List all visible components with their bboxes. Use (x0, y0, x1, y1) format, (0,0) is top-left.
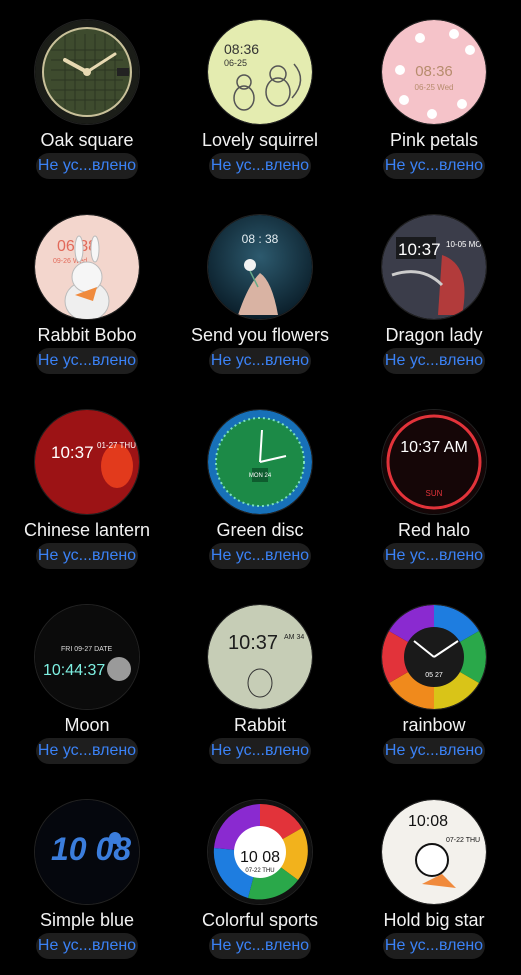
face-date: 01-27 THU (97, 441, 136, 450)
pink-petals-face-icon[interactable]: 08:36 06-25 Wed (382, 20, 486, 124)
face-time: 08:36 (224, 41, 259, 57)
face-date: 05 27 (425, 672, 443, 679)
install-status-badge[interactable]: Не ус...влено (209, 738, 311, 764)
watch-face-name: Dragon lady (385, 325, 483, 345)
rabbit-bobo-face-icon[interactable]: 06 38 09-26 Wed (35, 215, 139, 319)
watch-face-card[interactable]: 10:37 01-27 THU Chinese lantern Не ус...… (0, 390, 174, 585)
install-status-badge[interactable]: Не ус...влено (209, 153, 311, 179)
install-status-badge[interactable]: Не ус...влено (209, 348, 311, 374)
watch-face-card[interactable]: Oak square Не ус...влено (0, 0, 174, 195)
face-date: MON 24 (249, 473, 272, 479)
simple-blue-face-icon[interactable]: 10 08 (35, 800, 139, 904)
face-time: 08:36 (415, 63, 453, 80)
watch-face-card[interactable]: 10 08 Simple blue Не ус...влено (0, 780, 174, 975)
watch-face-name: Lovely squirrel (201, 130, 319, 150)
face-date: FRI 09-27 DATE (61, 646, 113, 653)
moon-face-icon[interactable]: 10:44:37 FRI 09-27 DATE (35, 605, 139, 709)
face-date: 10-05 MON (446, 240, 486, 249)
watch-face-card[interactable]: 10 08 07-22 THU Colorful sports Не ус...… (173, 780, 347, 975)
rainbow-face-icon[interactable]: 05 27 (382, 605, 486, 709)
face-time: 10:08 (408, 813, 448, 830)
watch-face-card[interactable]: 10:37 AM 34 Rabbit Не ус...влено (173, 585, 347, 780)
face-date: 07-22 THU (245, 868, 274, 874)
face-time: 08 : 38 (242, 232, 279, 246)
watch-face-name: Green disc (216, 520, 304, 540)
watch-face-name: Pink petals (389, 130, 479, 150)
watch-face-card[interactable]: 10:37 AM SUN Red halo Не ус...влено (347, 390, 521, 585)
install-status-badge[interactable]: Не ус...влено (383, 153, 485, 179)
face-time: 10:37 (398, 240, 441, 259)
watch-face-card[interactable]: 08:36 06-25 Lovely squirrel Не ус...влен… (173, 0, 347, 195)
colorful-sports-face-icon[interactable]: 10 08 07-22 THU (208, 800, 312, 904)
watch-face-card[interactable]: 10:37 10-05 MON Dragon lady Не ус...влен… (347, 195, 521, 390)
install-status-badge[interactable]: Не ус...влено (383, 543, 485, 569)
watch-face-name: Rabbit (233, 715, 287, 735)
face-time: 10:44:37 (43, 662, 105, 679)
face-date: 06-25 (224, 58, 247, 68)
watch-face-card[interactable]: 08:36 06-25 Wed Pink petals Не ус...влен… (347, 0, 521, 195)
install-status-badge[interactable]: Не ус...влено (36, 153, 138, 179)
watch-face-gallery: Oak square Не ус...влено 08:36 06-25 Lov… (0, 0, 521, 970)
install-status-badge[interactable]: Не ус...влено (209, 543, 311, 569)
lantern-face-icon[interactable]: 10:37 01-27 THU (35, 410, 139, 514)
squirrel-face-icon[interactable]: 08:36 06-25 (208, 20, 312, 124)
watch-face-card[interactable]: 06 38 09-26 Wed Rabbit Bobo Не ус...влен… (0, 195, 174, 390)
face-date: 06-25 Wed (415, 83, 454, 92)
watch-face-name: Send you flowers (190, 325, 330, 345)
green-disc-face-icon[interactable]: MON 24 (208, 410, 312, 514)
watch-face-card[interactable]: 05 27 rainbow Не ус...влено (347, 585, 521, 780)
red-halo-face-icon[interactable]: 10:37 AM SUN (382, 410, 486, 514)
watch-face-name: Hold big star (383, 910, 485, 930)
flowers-face-icon[interactable]: 08 : 38 (208, 215, 312, 319)
face-date: SUN (426, 489, 443, 498)
face-time: 10:37 (51, 443, 94, 462)
hold-big-star-face-icon[interactable]: 10:08 07-22 THU (382, 800, 486, 904)
face-time: 10:37 (228, 632, 278, 654)
face-date: 07-22 THU (446, 837, 480, 844)
install-status-badge[interactable]: Не ус...влено (36, 348, 138, 374)
watch-face-name: Colorful sports (201, 910, 319, 930)
watch-face-name: Moon (64, 715, 110, 735)
watch-face-card[interactable]: 10:44:37 FRI 09-27 DATE Moon Не ус...вле… (0, 585, 174, 780)
oak-square-face-icon[interactable] (35, 20, 139, 124)
install-status-badge[interactable]: Не ус...влено (36, 738, 138, 764)
face-time: 10:37 AM (400, 439, 468, 456)
watch-face-name: Chinese lantern (23, 520, 151, 540)
install-status-badge[interactable]: Не ус...влено (383, 348, 485, 374)
install-status-badge[interactable]: Не ус...влено (36, 933, 138, 959)
face-time: 10 08 (240, 849, 280, 866)
install-status-badge[interactable]: Не ус...влено (36, 543, 138, 569)
face-date: AM 34 (284, 634, 304, 641)
watch-face-card[interactable]: 08 : 38 Send you flowers Не ус...влено (173, 195, 347, 390)
install-status-badge[interactable]: Не ус...влено (383, 933, 485, 959)
watch-face-name: Oak square (40, 130, 134, 150)
watch-face-name: Simple blue (39, 910, 135, 930)
watch-face-name: rainbow (402, 715, 466, 735)
rabbit-face-icon[interactable]: 10:37 AM 34 (208, 605, 312, 709)
install-status-badge[interactable]: Не ус...влено (383, 738, 485, 764)
dragon-lady-face-icon[interactable]: 10:37 10-05 MON (382, 215, 486, 319)
watch-face-card[interactable]: 10:08 07-22 THU Hold big star Не ус...вл… (347, 780, 521, 975)
watch-face-card[interactable]: MON 24 Green disc Не ус...влено (173, 390, 347, 585)
watch-face-name: Rabbit Bobo (37, 325, 137, 345)
watch-face-name: Red halo (397, 520, 471, 540)
install-status-badge[interactable]: Не ус...влено (209, 933, 311, 959)
